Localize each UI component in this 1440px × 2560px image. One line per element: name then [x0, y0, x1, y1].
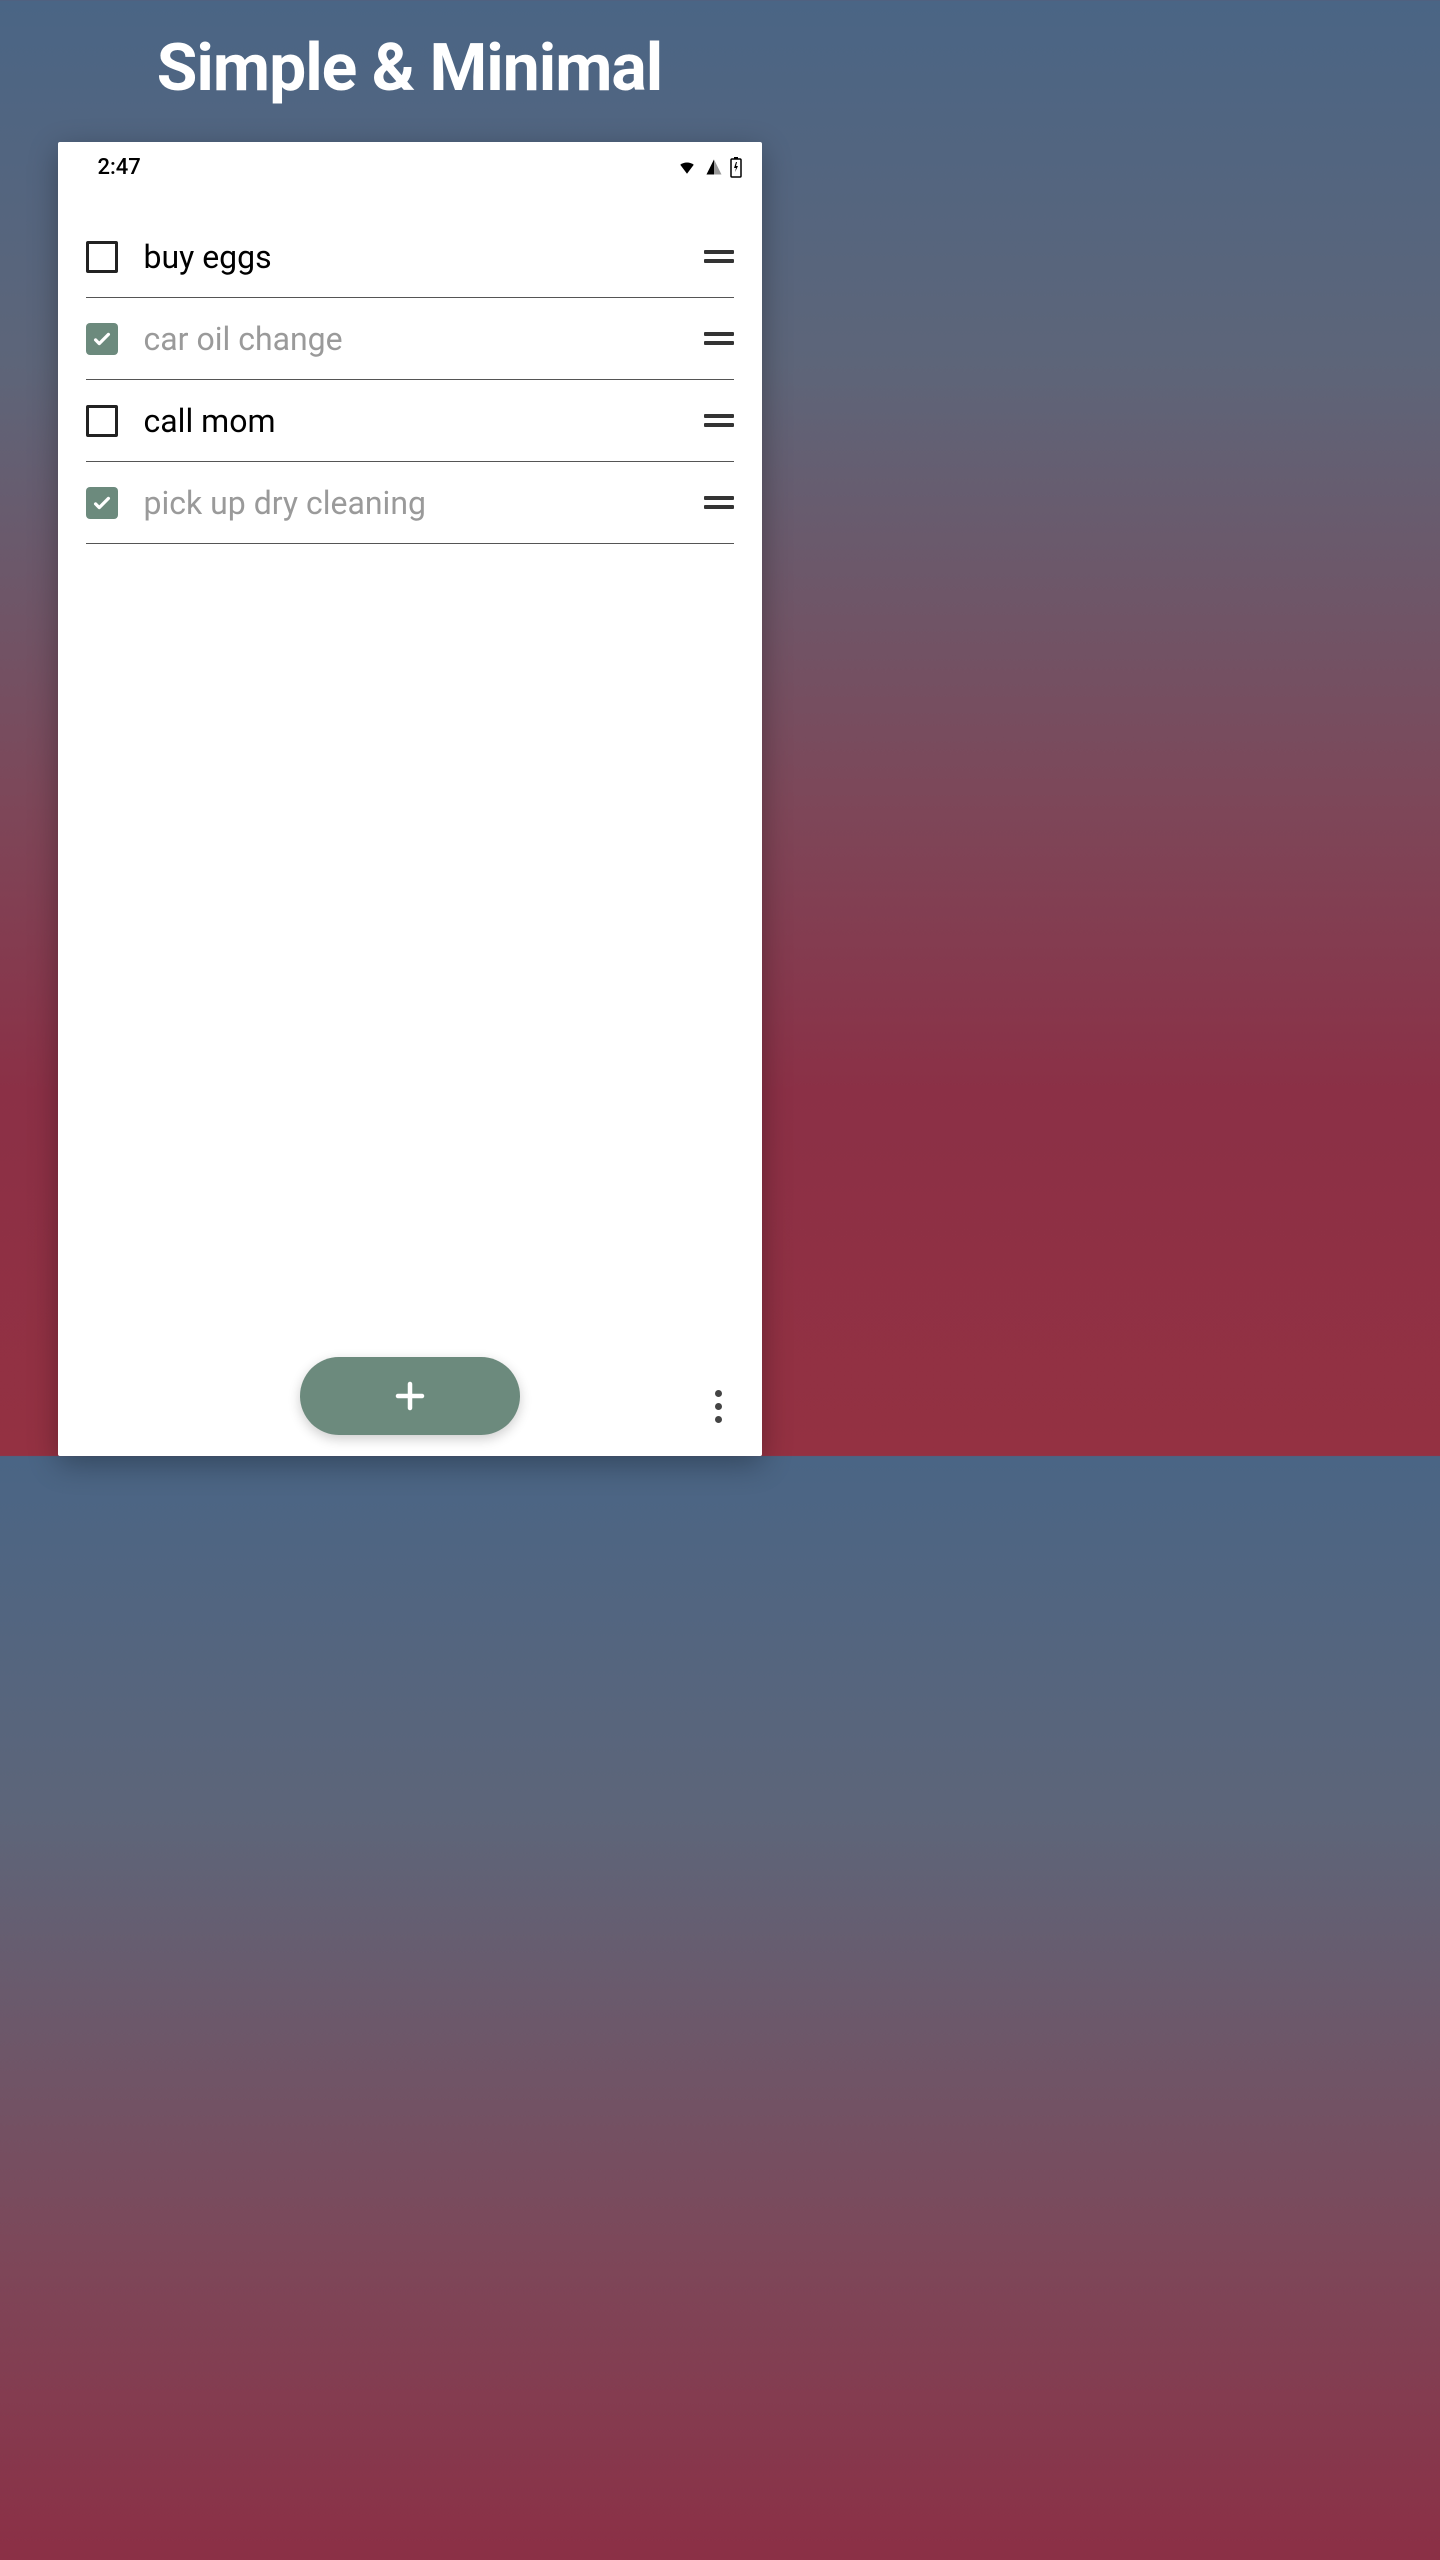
- plus-icon: [392, 1378, 428, 1414]
- page-title: Simple & Minimal: [157, 30, 662, 107]
- drag-handle-icon[interactable]: [704, 327, 734, 351]
- more-icon: [715, 1403, 722, 1410]
- task-label: car oil change: [144, 320, 678, 358]
- more-button[interactable]: [704, 1386, 734, 1426]
- status-icons: [676, 156, 742, 178]
- drag-handle-icon[interactable]: [704, 245, 734, 269]
- more-icon: [715, 1416, 722, 1423]
- task-item[interactable]: car oil change: [86, 298, 734, 380]
- task-checkbox[interactable]: [86, 241, 118, 273]
- status-bar: 2:47: [58, 142, 762, 186]
- task-label: pick up dry cleaning: [144, 484, 678, 522]
- task-item[interactable]: buy eggs: [86, 216, 734, 298]
- signal-icon: [704, 158, 724, 176]
- battery-icon: [730, 156, 742, 178]
- wifi-icon: [676, 158, 698, 176]
- add-task-button[interactable]: [300, 1357, 520, 1435]
- task-checkbox[interactable]: [86, 487, 118, 519]
- task-label: buy eggs: [144, 238, 678, 276]
- task-checkbox[interactable]: [86, 405, 118, 437]
- task-checkbox[interactable]: [86, 323, 118, 355]
- drag-handle-icon[interactable]: [704, 409, 734, 433]
- status-time: 2:47: [98, 155, 141, 180]
- bottom-bar: [58, 1336, 762, 1456]
- more-icon: [715, 1390, 722, 1397]
- task-label: call mom: [144, 402, 678, 440]
- task-list: buy eggs car oil change call mom pick up…: [58, 186, 762, 1456]
- phone-frame: 2:47 buy eggs car oil change call mom: [58, 142, 762, 1456]
- task-item[interactable]: pick up dry cleaning: [86, 462, 734, 544]
- task-item[interactable]: call mom: [86, 380, 734, 462]
- drag-handle-icon[interactable]: [704, 491, 734, 515]
- check-icon: [91, 328, 113, 350]
- check-icon: [91, 492, 113, 514]
